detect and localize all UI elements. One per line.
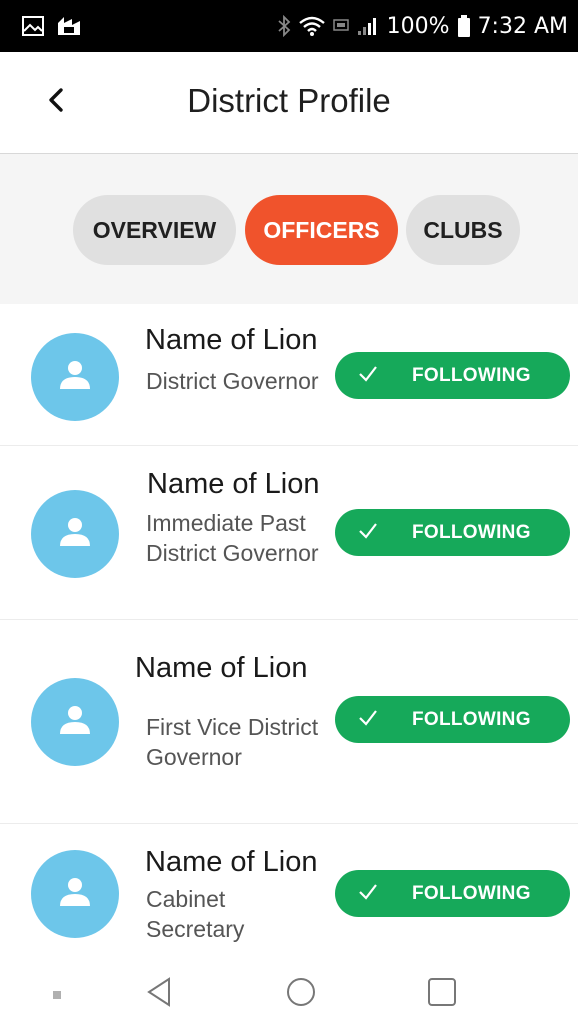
battery-percent: 100% xyxy=(386,13,450,39)
system-nav-bar xyxy=(0,957,578,1027)
avatar xyxy=(31,850,119,938)
following-button[interactable]: FOLLOWING xyxy=(335,870,570,917)
home-circle-icon[interactable] xyxy=(286,977,316,1012)
person-icon xyxy=(57,516,93,553)
list-item[interactable]: Name of Lion District Governor FOLLOWING xyxy=(0,304,578,446)
clock: 7:32 AM xyxy=(477,13,568,39)
officer-name: Name of Lion xyxy=(145,846,318,878)
following-button[interactable]: FOLLOWING xyxy=(335,352,570,399)
list-item[interactable]: Name of Lion Immediate Past District Gov… xyxy=(0,446,578,620)
battery-icon xyxy=(457,15,470,37)
tab-bar: OVERVIEW OFFICERS CLUBS xyxy=(0,154,578,304)
signal-icon xyxy=(357,16,379,36)
check-icon xyxy=(357,706,379,734)
check-icon xyxy=(357,880,379,908)
list-item[interactable]: Name of Lion First Vice District Governo… xyxy=(0,620,578,824)
list-item[interactable]: Name of Lion Cabinet Secretary FOLLOWING xyxy=(0,824,578,957)
officer-name: Name of Lion xyxy=(145,324,318,356)
app-notification-icon xyxy=(56,15,82,37)
person-icon xyxy=(57,704,93,741)
following-button[interactable]: FOLLOWING xyxy=(335,509,570,556)
following-label: FOLLOWING xyxy=(412,365,531,386)
image-icon xyxy=(22,16,44,36)
overview-square-icon[interactable] xyxy=(427,977,457,1012)
person-icon xyxy=(57,876,93,913)
bluetooth-icon xyxy=(277,15,291,37)
officer-title: Cabinet Secretary xyxy=(146,886,245,942)
recent-dot-icon xyxy=(52,987,62,1005)
officer-title: First Vice District Governor xyxy=(146,714,319,770)
avatar xyxy=(31,678,119,766)
following-label: FOLLOWING xyxy=(412,709,531,730)
check-icon xyxy=(357,362,379,390)
status-bar: 100% 7:32 AM xyxy=(0,0,578,52)
following-label: FOLLOWING xyxy=(412,883,531,904)
wifi-icon xyxy=(298,16,325,36)
tab-clubs[interactable]: CLUBS xyxy=(406,195,520,265)
app-header: District Profile xyxy=(0,52,578,154)
officer-title: Immediate Past District Governor xyxy=(146,510,319,566)
officer-name: Name of Lion xyxy=(147,468,320,500)
following-button[interactable]: FOLLOWING xyxy=(335,696,570,743)
avatar xyxy=(31,490,119,578)
status-right: 100% 7:32 AM xyxy=(277,14,568,39)
page-title: District Profile xyxy=(187,82,391,119)
following-label: FOLLOWING xyxy=(412,522,531,543)
avatar xyxy=(31,333,119,421)
person-icon xyxy=(57,359,93,396)
officer-name: Name of Lion xyxy=(135,652,308,684)
tab-overview[interactable]: OVERVIEW xyxy=(73,195,236,265)
check-icon xyxy=(357,519,379,547)
officer-title: District Governor xyxy=(146,368,319,394)
status-left xyxy=(22,15,82,37)
back-triangle-icon[interactable] xyxy=(146,977,172,1012)
tab-officers[interactable]: OFFICERS xyxy=(245,195,398,265)
lte-icon xyxy=(332,19,349,33)
